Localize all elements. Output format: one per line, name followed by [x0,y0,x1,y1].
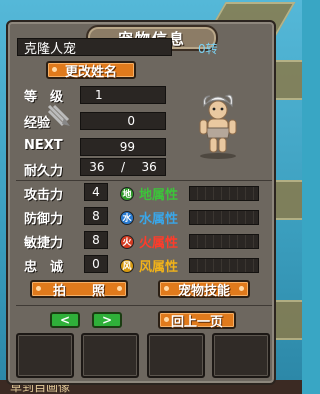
loyalty-value: 0 [92,257,100,271]
agility-value: 8 [92,233,100,247]
rename-button-label: 更改姓名 [64,64,117,80]
next-page-button[interactable]: > [92,312,122,328]
prev-page-button[interactable]: < [50,312,80,328]
element-earth-bar [189,186,259,201]
pet-slot-1[interactable] [16,333,74,378]
level-value: 1 [95,88,103,102]
next-value: 99 [119,140,135,154]
loyalty-label: 忠 诚 [24,260,64,275]
back-button-label: 回上一页 [170,314,223,330]
buttons-divider [16,305,272,306]
stats-divider [16,180,272,181]
wind-icon: 风 [120,258,134,273]
durability-field: 36 / 36 [80,158,166,176]
element-row-water: 水 水属性 [120,208,259,227]
next-field: 99 [80,138,166,156]
element-water-bar [189,210,259,225]
pet-info-panel: 宠物信息 克隆人宠 0转 更改姓名 等 级 1 经验 0 NEXT 99 耐久力… [6,20,276,385]
element-wind-label: 风属性 [139,260,179,275]
element-earth-label: 地属性 [139,188,179,203]
next-label: NEXT [24,138,63,153]
pet-name-field: 克隆人宠 [17,38,172,57]
rename-button[interactable]: 更改姓名 [46,61,136,80]
element-row-fire: 火 火属性 [120,232,259,251]
button-dot [239,286,244,291]
agility-field: 8 [84,231,108,249]
durability-separator: / [120,160,125,174]
photo-button[interactable]: 拍 照 [30,280,128,299]
defense-field: 8 [84,207,108,225]
pet-slot-4[interactable] [212,333,270,378]
pet-slot-2[interactable] [81,333,139,378]
pet-name: 克隆人宠 [24,41,77,57]
agility-label: 敏捷力 [24,236,64,251]
level-field: 1 [80,86,166,104]
earth-icon: 地 [120,186,134,201]
durability-current: 36 [89,160,105,174]
defense-value: 8 [92,209,100,223]
exp-field: 0 [80,112,166,130]
water-icon: 水 [120,210,134,225]
button-dot [36,286,41,291]
button-dot [52,67,57,72]
button-dot [117,286,122,291]
pet-slot-3[interactable] [147,333,205,378]
back-button[interactable]: 回上一页 [158,311,236,330]
photo-button-label: 拍 照 [52,283,105,299]
pet-skills-button[interactable]: 宠物技能 [158,280,250,299]
button-dot [164,286,169,291]
rebirth-status: 0转 [198,42,218,56]
element-row-wind: 风 风属性 [120,256,259,275]
attack-label: 攻击力 [24,188,64,203]
attack-field: 4 [84,183,108,201]
button-dot [164,317,169,322]
durability-label: 耐久力 [24,164,64,179]
fire-icon: 火 [120,234,134,249]
defense-label: 防御力 [24,212,64,227]
exp-value: 0 [127,114,135,128]
element-fire-label: 火属性 [139,236,179,251]
element-wind-bar [189,258,259,273]
attack-value: 4 [92,185,100,199]
loyalty-field: 0 [84,255,108,273]
element-water-label: 水属性 [139,212,179,227]
next-page-label: > [101,313,113,327]
element-fire-bar [189,234,259,249]
prev-page-label: < [59,313,71,327]
durability-max: 36 [141,160,157,174]
exp-arrow-icon [46,102,72,128]
pet-skills-button-label: 宠物技能 [177,283,230,299]
element-row-earth: 地 地属性 [120,184,259,203]
pet-sprite [188,90,248,160]
